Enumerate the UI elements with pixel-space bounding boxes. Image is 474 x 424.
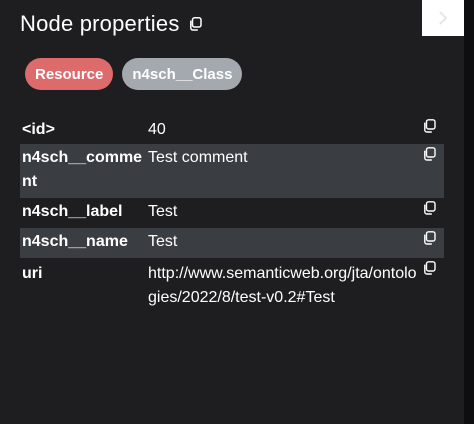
right-edge-strip — [464, 0, 474, 424]
property-value: http://www.semanticweb.org/jta/ontologie… — [148, 265, 417, 306]
property-key: n4sch__name — [22, 233, 128, 250]
property-value: Test comment — [148, 149, 248, 166]
copy-icon[interactable] — [422, 201, 436, 215]
copy-icon[interactable] — [422, 261, 436, 275]
property-key: uri — [22, 265, 43, 282]
copy-icon[interactable] — [422, 119, 436, 133]
property-row: n4sch__name Test — [20, 228, 444, 258]
node-properties-panel: Node properties Resource n4sch__Class <i… — [0, 0, 464, 424]
chevron-right-icon — [439, 11, 448, 25]
properties-table: <id> 40 n4sch__comment Test comment n4sc… — [20, 116, 444, 338]
property-key: <id> — [22, 121, 55, 138]
property-row: <id> 40 — [20, 116, 444, 144]
property-row: n4sch__comment Test comment — [20, 144, 444, 198]
label-badges: Resource n4sch__Class — [25, 58, 243, 90]
property-value: Test — [148, 203, 178, 220]
property-row: uri http://www.semanticweb.org/jta/ontol… — [20, 258, 444, 338]
copy-icon[interactable] — [422, 231, 436, 245]
property-key: n4sch__comment — [22, 149, 143, 190]
copy-icon[interactable] — [422, 147, 436, 161]
property-key: n4sch__label — [22, 203, 123, 220]
label-badge-resource[interactable]: Resource — [25, 58, 114, 90]
property-row: n4sch__label Test — [20, 198, 444, 228]
collapse-panel-button[interactable] — [422, 0, 464, 36]
panel-header: Node properties — [20, 8, 202, 40]
panel-title: Node properties — [20, 11, 180, 36]
label-badge-class[interactable]: n4sch__Class — [122, 58, 243, 90]
property-value: 40 — [148, 121, 166, 138]
property-value: Test — [148, 233, 178, 250]
copy-icon[interactable] — [188, 17, 202, 31]
